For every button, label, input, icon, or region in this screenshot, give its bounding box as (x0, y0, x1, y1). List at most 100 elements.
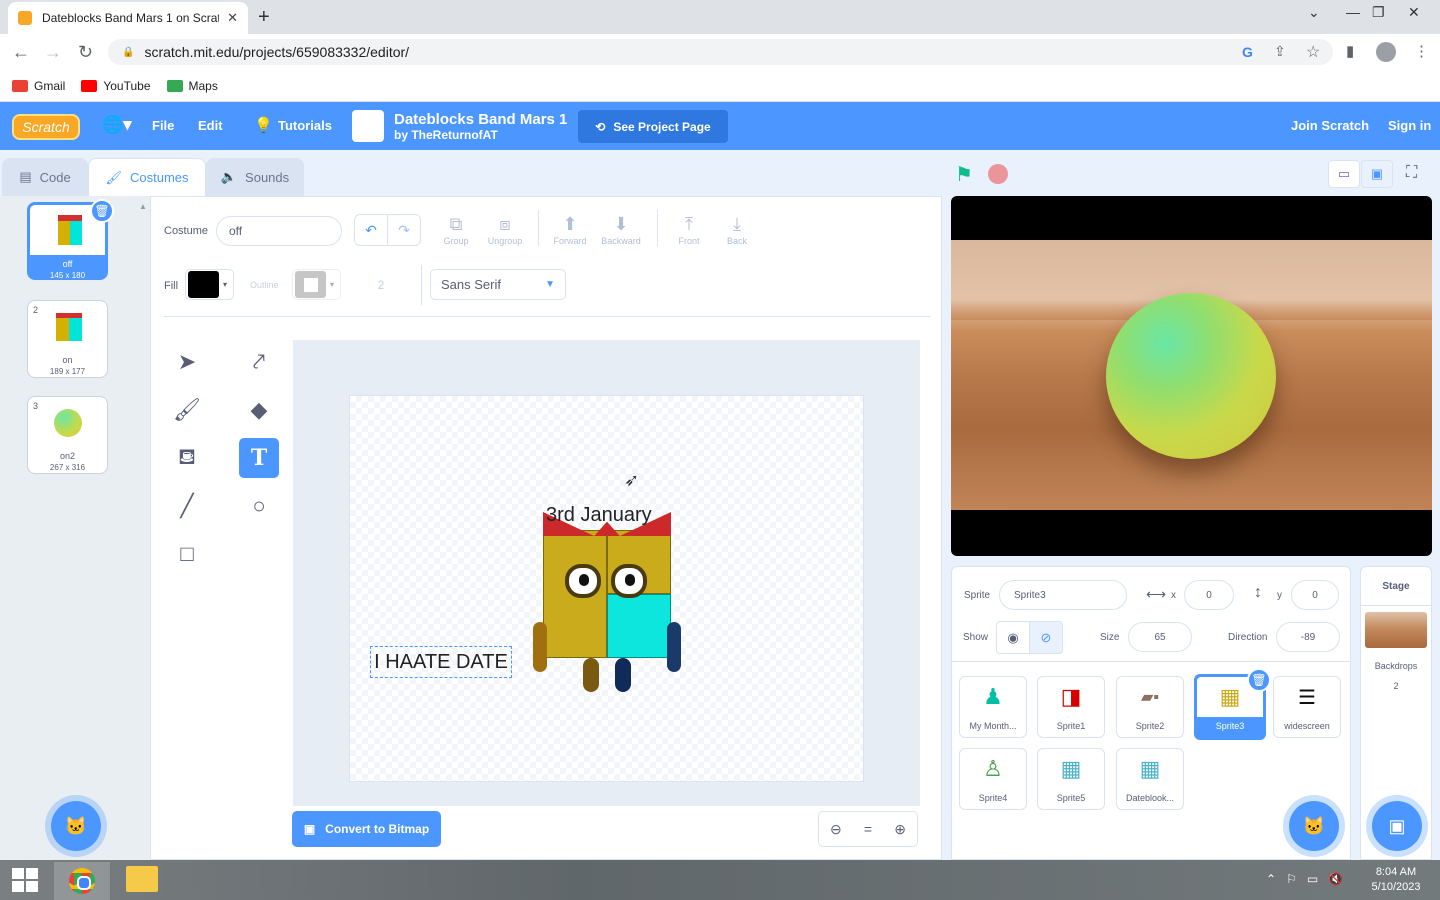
new-tab-icon[interactable]: + (258, 6, 270, 29)
line-tool[interactable]: ╱ (167, 486, 207, 526)
forward-icon[interactable]: → (44, 42, 62, 63)
network-icon[interactable]: ▭ (1307, 872, 1318, 886)
bookmark-star-icon[interactable]: ☆ (1306, 42, 1320, 62)
show-hidden-button[interactable]: ⊘ (1029, 621, 1063, 654)
green-flag-icon[interactable]: ⚑ (955, 162, 973, 187)
gmail-icon (12, 79, 28, 92)
redo-button[interactable]: ↷ (387, 214, 421, 246)
show-visible-button[interactable]: ◉ (996, 621, 1030, 654)
profile-avatar-icon[interactable] (1376, 42, 1396, 62)
orb-sprite[interactable] (1106, 293, 1276, 459)
eraser-tool[interactable]: ◆ (239, 390, 279, 430)
google-icon[interactable]: G (1242, 44, 1253, 60)
costume-item-3[interactable]: 3 on2 267 x 316 (27, 396, 108, 474)
delete-costume-icon[interactable]: 🗑 (90, 199, 114, 223)
backdrop-thumbnail[interactable] (1365, 612, 1427, 648)
eye-icon: ◉ (1007, 629, 1019, 645)
windows-start-icon[interactable] (12, 868, 38, 892)
scratch-logo[interactable]: Scratch (12, 114, 80, 140)
minimize-icon[interactable]: — (1346, 4, 1360, 20)
size-input[interactable]: 65 (1128, 622, 1192, 652)
stroke-width-input[interactable]: 2 (350, 269, 412, 300)
browser-tab[interactable]: Dateblocks Band Mars 1 on Scratch ✕ (8, 2, 248, 34)
sign-in-link[interactable]: Sign in (1388, 118, 1431, 133)
tab-costumes[interactable]: 🖌 Costumes (88, 158, 206, 196)
canvas-text-date[interactable]: 3rd January (546, 504, 652, 527)
edit-menu[interactable]: Edit (198, 118, 223, 133)
zoom-out-icon[interactable]: ⊖ (830, 821, 842, 838)
sprite-name-input[interactable]: Sprite3 (999, 580, 1127, 610)
volume-muted-icon[interactable]: 🔇 (1328, 872, 1343, 886)
fill-color-picker[interactable]: ▾ (185, 269, 234, 300)
rectangle-tool[interactable]: □ (167, 534, 207, 574)
sprite-tile[interactable]: ♙ Sprite4 (959, 748, 1027, 810)
sprite-tile[interactable]: ◨ Sprite1 (1037, 676, 1105, 738)
numberblock-character-image[interactable] (533, 512, 683, 694)
ungroup-button[interactable]: ⧈ Ungroup (480, 212, 530, 246)
url-field[interactable]: 🔒 scratch.mit.edu/projects/659083332/edi… (108, 39, 1333, 65)
outline-color-picker[interactable]: ▾ (292, 269, 341, 300)
sprite-tile[interactable]: ▦ Sprite5 (1037, 748, 1105, 810)
zoom-in-icon[interactable]: ⊕ (894, 821, 906, 838)
choose-sprite-button[interactable]: 🐱 (1289, 801, 1339, 851)
bookmark-youtube[interactable]: YouTube (81, 79, 151, 93)
delete-sprite-icon[interactable]: 🗑 (1247, 668, 1271, 692)
reload-icon[interactable]: ↻ (78, 42, 93, 63)
tab-code[interactable]: ▤ Code (2, 158, 88, 196)
chevron-up-icon[interactable]: ⌃ (1266, 872, 1276, 886)
taskbar-clock[interactable]: 8:04 AM 5/10/2023 (1360, 865, 1432, 895)
large-stage-button[interactable]: ▣ (1361, 160, 1393, 188)
tab-sounds[interactable]: 🔈 Sounds (206, 158, 304, 196)
sprite-tile[interactable]: ♟ My Month... (959, 676, 1027, 738)
chrome-menu-icon[interactable]: ⋮ (1414, 42, 1429, 60)
restore-icon[interactable]: ❐ (1372, 4, 1385, 21)
fullscreen-icon[interactable]: ⛶ (1406, 164, 1417, 182)
file-explorer-icon[interactable] (126, 866, 158, 892)
tutorials-menu[interactable]: Tutorials (278, 118, 332, 133)
close-tab-icon[interactable]: ✕ (227, 10, 238, 26)
bookmark-gmail[interactable]: Gmail (12, 79, 65, 93)
tab-search-icon[interactable]: ⌄ (1308, 4, 1320, 21)
front-button[interactable]: ⤒ Front (664, 212, 714, 246)
backward-button[interactable]: ⬇ Backward (596, 212, 646, 246)
join-scratch-link[interactable]: Join Scratch (1291, 118, 1369, 133)
sprite-tile[interactable]: ▰▪ Sprite2 (1116, 676, 1184, 738)
chrome-taskbar-button[interactable] (54, 862, 110, 900)
back-icon[interactable]: ← (12, 42, 30, 63)
y-input[interactable]: 0 (1291, 580, 1339, 610)
choose-backdrop-button[interactable]: ▣ (1372, 801, 1422, 851)
brush-tool[interactable]: 🖌 (167, 390, 207, 430)
project-title[interactable]: Dateblocks Band Mars 1 (394, 111, 567, 128)
convert-to-bitmap-button[interactable]: ▣ Convert to Bitmap (292, 811, 441, 847)
stop-icon[interactable] (988, 164, 1008, 184)
language-globe-icon[interactable]: 🌐▾ (102, 115, 132, 135)
close-window-icon[interactable]: ✕ (1408, 4, 1420, 21)
share-icon[interactable]: ⇪ (1274, 43, 1286, 60)
flag-icon[interactable]: ⚐ (1286, 872, 1297, 886)
small-stage-button[interactable]: ▭ (1328, 160, 1360, 188)
group-button[interactable]: ⧉ Group (431, 212, 481, 246)
costume-item-2[interactable]: 2 on 189 x 177 (27, 300, 108, 378)
zoom-reset-icon[interactable]: = (864, 821, 872, 837)
side-panel-icon[interactable]: ▮ (1346, 42, 1354, 60)
canvas-text-haate[interactable]: I HAATE DATE (370, 646, 512, 678)
costume-name-input[interactable]: off (216, 216, 342, 246)
forward-button[interactable]: ⬆ Forward (545, 212, 595, 246)
reshape-tool[interactable]: ⤤ (239, 342, 279, 382)
undo-button[interactable]: ↶ (354, 214, 388, 246)
bookmark-maps[interactable]: Maps (166, 79, 218, 93)
choose-costume-button[interactable]: 🐱 (51, 801, 101, 851)
file-menu[interactable]: File (152, 118, 174, 133)
x-input[interactable]: 0 (1184, 580, 1234, 610)
font-dropdown[interactable]: Sans Serif ▼ (430, 269, 566, 300)
direction-input[interactable]: -89 (1276, 622, 1340, 652)
back-button[interactable]: ⤓ Back (712, 212, 762, 246)
select-tool[interactable]: ➤ (167, 342, 207, 382)
circle-tool[interactable]: ○ (239, 486, 279, 526)
fill-tool[interactable]: ⛾ (167, 438, 207, 478)
see-project-page-button[interactable]: ⟲ See Project Page (578, 110, 728, 143)
sprite-tile[interactable]: ☰ widescreen (1273, 676, 1341, 738)
text-tool[interactable]: T (239, 438, 279, 478)
costume-list-scrollbar[interactable]: ▲ (134, 196, 150, 860)
sprite-tile[interactable]: ▦ Dateblook... (1116, 748, 1184, 810)
